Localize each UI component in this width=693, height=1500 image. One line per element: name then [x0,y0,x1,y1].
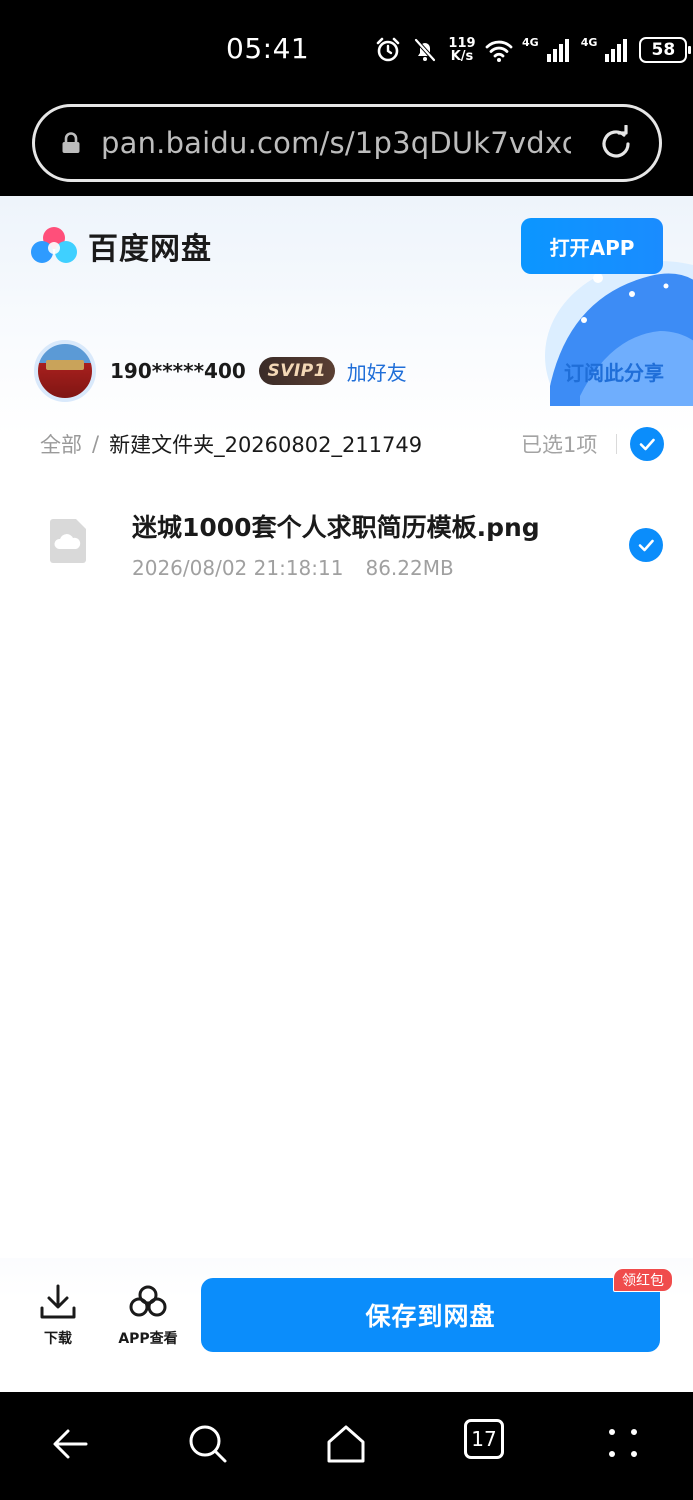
check-icon [639,438,655,451]
red-packet-badge[interactable]: 领红包 [613,1268,673,1292]
app-view-label: APP查看 [118,1331,178,1347]
lock-icon [62,132,80,153]
status-bar: 05:41 119 K/s 4G 4G 58 [0,0,693,100]
url-text[interactable]: pan.baidu.com/s/1p3qDUk7vdxcC [101,126,571,160]
bottom-action-bar: 下载 APP查看 保存到网盘 领红包 [0,1258,693,1392]
download-icon [40,1284,76,1319]
wifi-icon [485,40,513,62]
check-icon [638,539,654,552]
breadcrumb-current-folder: 新建文件夹_20260802_211749 [109,433,423,457]
net-speed: 119 K/s [448,37,476,63]
add-friend-link[interactable]: 加好友 [347,357,407,386]
signal-icon [605,39,628,62]
save-to-netdisk-button[interactable]: 保存到网盘 [201,1278,660,1352]
app-view-button[interactable]: APP查看 [114,1282,182,1348]
file-meta: 2026/08/02 21:18:11 86.22MB [132,556,454,580]
more-menu-icon[interactable] [602,1422,646,1466]
net-speed-unit: K/s [450,49,474,64]
logo-text: 百度网盘 [88,232,212,267]
file-cloud-icon [50,519,86,563]
browser-nav-bar: 17 [0,1392,693,1500]
browser-toolbar: pan.baidu.com/s/1p3qDUk7vdxcC [0,100,693,196]
file-checkbox[interactable] [629,528,663,562]
status-time: 05:41 [226,32,310,65]
address-bar[interactable]: pan.baidu.com/s/1p3qDUk7vdxcC [32,104,662,182]
alarm-icon [376,37,400,62]
share-page: 百度网盘 打开APP 190*****400 SVIP1 加好友 订阅此分享 全… [0,196,693,1392]
svip-badge: SVIP1 [258,357,335,385]
tabs-button[interactable]: 17 [464,1419,504,1459]
avatar[interactable] [34,340,96,402]
reload-icon[interactable] [597,125,635,163]
breadcrumb: 全部 / 新建文件夹_20260802_211749 已选1项 [40,424,664,464]
file-name: 迷城1000套个人求职简历模板.png [132,513,540,542]
divider [616,434,617,454]
baidu-netdisk-logo: 百度网盘 [28,224,212,268]
signal1-label: 4G [522,35,539,49]
file-date: 2026/08/02 21:18:11 [132,556,344,580]
download-button[interactable]: 下载 [36,1282,80,1348]
selected-count: 已选1项 [521,433,598,457]
battery-icon: 58 [639,37,692,63]
signal-icon [546,39,569,62]
select-all-checkbox[interactable] [630,427,664,461]
search-icon[interactable] [186,1422,230,1466]
breadcrumb-root[interactable]: 全部 [40,429,82,459]
mute-bell-icon [414,38,436,62]
sharer-info: 190*****400 SVIP1 加好友 订阅此分享 [34,339,664,403]
signal2-label: 4G [580,35,598,49]
download-label: 下载 [44,1331,72,1347]
status-icons: 119 K/s 4G 4G 58 [374,34,692,66]
home-icon[interactable] [324,1422,368,1466]
list-item[interactable]: 迷城1000套个人求职简历模板.png 2026/08/02 21:18:11 8… [0,496,693,596]
breadcrumb-separator: / [92,432,100,456]
username: 190*****400 [110,359,246,383]
netdisk-app-icon [129,1285,167,1317]
open-app-button[interactable]: 打开APP [521,218,663,274]
back-icon[interactable] [48,1422,92,1466]
file-size: 86.22MB [365,556,454,580]
netdisk-logo-icon [31,227,77,263]
subscribe-share-link[interactable]: 订阅此分享 [564,357,664,386]
